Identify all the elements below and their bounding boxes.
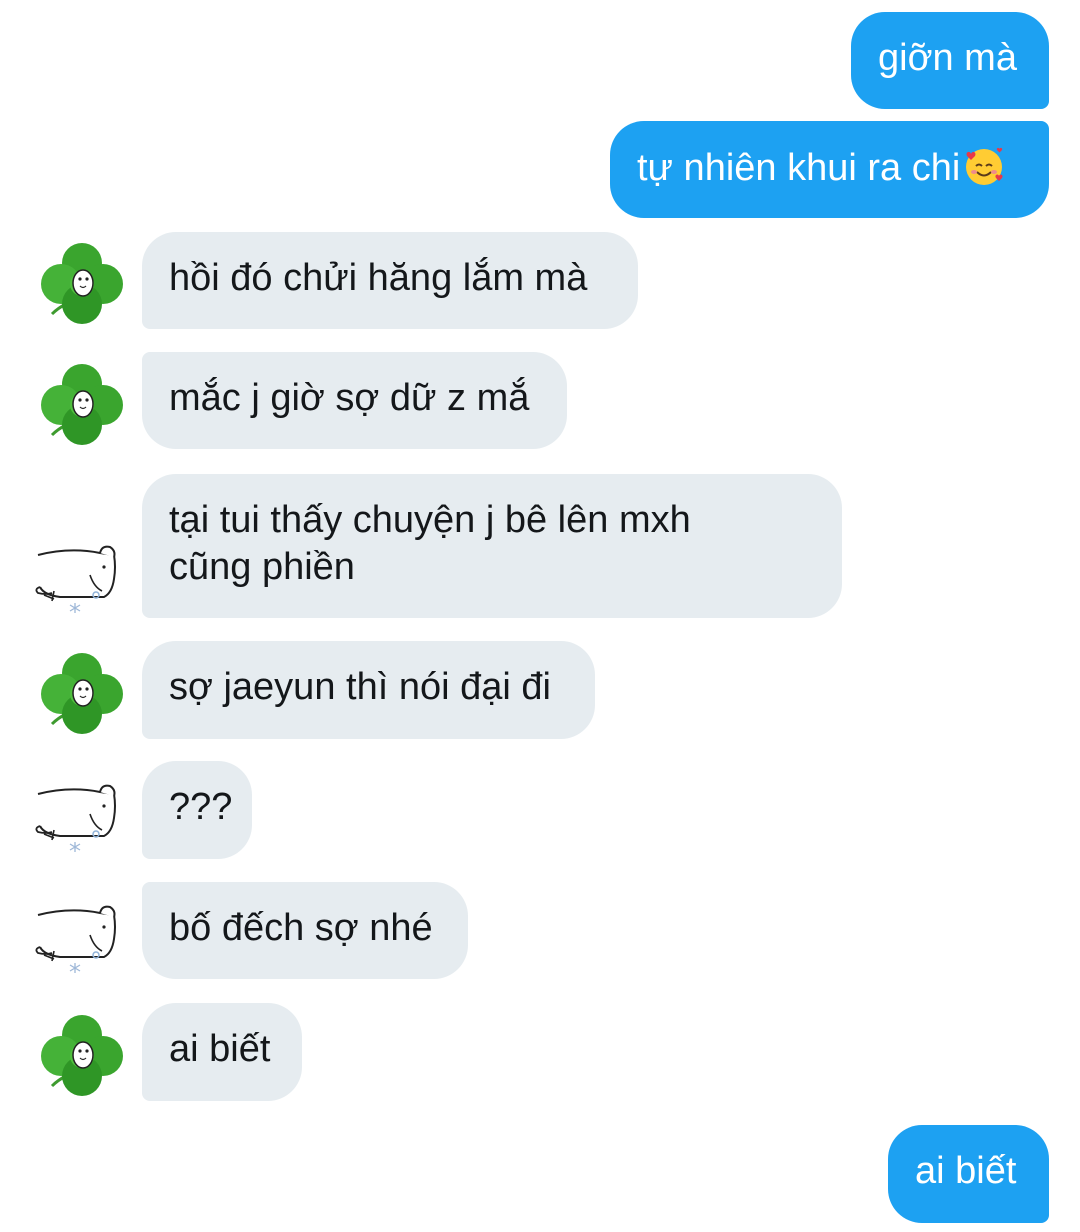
message-bubble-incoming[interactable]: bố đếch sợ nhé [142, 882, 468, 979]
clover-icon [36, 1010, 128, 1102]
message-text: ai biết [915, 1150, 1017, 1192]
avatar-clover[interactable] [36, 238, 128, 330]
clover-icon [36, 648, 128, 740]
message-text-line-1: tại tui thấy chuyện j bê lên mxh [169, 499, 691, 541]
avatar-sketch-bear[interactable] [30, 895, 122, 987]
message-text: giỡn mà [878, 37, 1017, 79]
chat-thread[interactable]: giỡn mà tự nhiên khui ra chi hồi đó chửi… [0, 0, 1080, 1232]
avatar-clover[interactable] [36, 648, 128, 740]
clover-icon [36, 359, 128, 451]
message-bubble-outgoing[interactable]: giỡn mà [851, 12, 1049, 109]
message-bubble-outgoing[interactable]: ai biết [888, 1125, 1049, 1223]
message-text: ai biết [169, 1028, 271, 1070]
avatar-sketch-bear[interactable] [30, 535, 122, 627]
avatar-sketch-bear[interactable] [30, 774, 122, 866]
message-bubble-outgoing[interactable]: tự nhiên khui ra chi [610, 121, 1049, 218]
avatar-clover[interactable] [36, 359, 128, 451]
message-bubble-incoming[interactable]: tại tui thấy chuyện j bê lên mxh cũng ph… [142, 474, 842, 618]
message-bubble-incoming[interactable]: ??? [142, 761, 252, 859]
message-bubble-incoming[interactable]: ai biết [142, 1003, 302, 1101]
message-text-line-2: cũng phiền [169, 546, 355, 588]
message-text: bố đếch sợ nhé [169, 907, 433, 949]
message-text: ??? [169, 786, 233, 828]
sketch-bear-icon [30, 535, 122, 627]
sketch-bear-icon [30, 895, 122, 987]
message-bubble-incoming[interactable]: sợ jaeyun thì nói đại đi [142, 641, 595, 739]
clover-icon [36, 238, 128, 330]
message-bubble-incoming[interactable]: mắc j giờ sợ dữ z mắ [142, 352, 567, 449]
message-text: tự nhiên khui ra chi [637, 147, 961, 189]
avatar-clover[interactable] [36, 1010, 128, 1102]
message-text: sợ jaeyun thì nói đại đi [169, 666, 551, 708]
message-text: hồi đó chửi hăng lắm mà [169, 257, 588, 299]
message-bubble-incoming[interactable]: hồi đó chửi hăng lắm mà [142, 232, 638, 329]
message-text: mắc j giờ sợ dữ z mắ [169, 377, 530, 419]
sketch-bear-icon [30, 774, 122, 866]
smiling-face-with-hearts-emoji [962, 144, 1006, 188]
